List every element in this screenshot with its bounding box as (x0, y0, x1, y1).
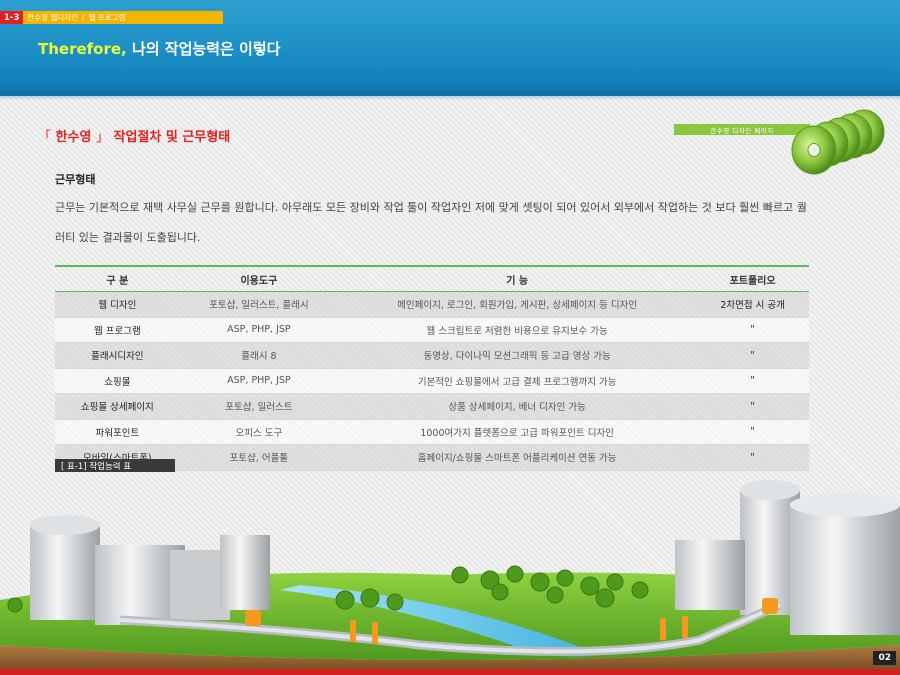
bottom-accent-line (0, 669, 900, 675)
cell-category: 쇼핑몰 상세페이지 (55, 393, 180, 420)
page-number: 02 (873, 651, 896, 665)
cell-portfolio: 2차면접 시 공개 (696, 291, 809, 318)
cell-function: 상품 상세페이지, 베너 디자인 가능 (338, 393, 697, 420)
ability-table: 구 분 이용도구 기 능 포트폴리오 웹 디자인 포토샵, 일러스트, 플래시 … (55, 265, 809, 471)
table-row: 웹 디자인 포토샵, 일러스트, 플래시 메인페이지, 로그인, 회원가입, 게… (55, 291, 809, 318)
col-header-tools: 이용도구 (179, 265, 339, 292)
cell-function: 메인페이지, 로그인, 회원가입, 게시판, 상세페이지 등 디자인 (338, 291, 697, 318)
cell-function: 동영상, 다이나믹 모션그래픽 등 고급 영상 가능 (338, 342, 697, 369)
cell-category: 쇼핑몰 (55, 368, 180, 394)
section-number: 1-3 (0, 11, 24, 24)
cd-stack-icon (791, 109, 885, 175)
page-title-text: 나의 작업능력은 이렇다 (126, 40, 281, 58)
cell-category: 플래시디자인 (55, 342, 180, 369)
page-title: Therefore, 나의 작업능력은 이렇다 (38, 38, 280, 59)
cell-portfolio: " (696, 317, 809, 343)
header-shadow (0, 90, 900, 100)
cell-portfolio: " (696, 368, 809, 394)
section-title: 「 한수영 」 작업절차 및 근무형태 (38, 126, 230, 145)
cell-portfolio: " (696, 342, 809, 369)
cell-function: 홈페이지/쇼핑몰 스마트폰 어플리케이션 연동 가능 (338, 444, 697, 471)
cell-portfolio: " (696, 393, 809, 420)
cell-tools: ASP, PHP, JSP (179, 317, 339, 343)
section-open-quote: 「 (38, 130, 52, 145)
table-row: 쇼핑몰 상세페이지 포토샵, 일러스트 상품 상세페이지, 베너 디자인 가능 … (55, 393, 809, 420)
cell-tools: 오피스 도구 (179, 419, 339, 445)
work-type-body: 근무는 기본적으로 재택 사무실 근무를 원합니다. 아무래도 모든 장비와 작… (55, 201, 807, 244)
col-header-portfolio: 포트폴리오 (696, 265, 809, 292)
breadcrumb-separator: / (82, 13, 85, 22)
page-title-lead: Therefore, (38, 40, 127, 58)
cell-category: 웹 디자인 (55, 291, 180, 318)
table-row: 파워포인트 오피스 도구 1000여가지 플렛폼으로 고급 파워포인트 디자인 … (55, 419, 809, 445)
breadcrumb-item-webdesign: 한수영 웹디자인 (27, 13, 79, 22)
work-type-heading: 근무형태 (55, 173, 96, 186)
section-close-quote: 」 (95, 130, 109, 145)
cell-portfolio: " (696, 444, 809, 471)
col-header-function: 기 능 (338, 265, 697, 292)
table-row: 웹 프로그램 ASP, PHP, JSP 웹 스크립트로 저렴한 비용으로 유지… (55, 317, 809, 343)
section-title-text: 작업절차 및 근무형태 (108, 130, 231, 145)
section-name: 한수영 (51, 130, 96, 145)
table-header-row: 구 분 이용도구 기 능 포트폴리오 (55, 265, 809, 292)
cell-tools: ASP, PHP, JSP (179, 368, 339, 394)
cell-tools: 포토샵, 일러스트 (179, 393, 339, 420)
cell-tools: 포토샵, 어플툴 (179, 444, 339, 471)
cell-function: 1000여가지 플렛폼으로 고급 파워포인트 디자인 (338, 419, 697, 445)
breadcrumb: 1-3 한수영 웹디자인 / 웹 프로그램 (0, 11, 223, 24)
cell-portfolio: " (696, 419, 809, 445)
col-header-category: 구 분 (55, 265, 180, 292)
breadcrumb-item-webprogram: 웹 프로그램 (88, 13, 126, 22)
cell-tools: 플래시 8 (179, 342, 339, 369)
table-row: 쇼핑몰 ASP, PHP, JSP 기본적인 쇼핑몰에서 고급 결제 프로그램까… (55, 368, 809, 394)
cell-category: 파워포인트 (55, 419, 180, 445)
table-row: 플래시디자인 플래시 8 동영상, 다이나믹 모션그래픽 등 고급 영상 가능 … (55, 342, 809, 369)
power-plant-illustration (0, 480, 900, 675)
cell-function: 기본적인 쇼핑몰에서 고급 결제 프로그램까지 가능 (338, 368, 697, 394)
cell-tools: 포토샵, 일러스트, 플래시 (179, 291, 339, 318)
cell-function: 웹 스크립트로 저렴한 비용으로 유지보수 가능 (338, 317, 697, 343)
cell-category: 웹 프로그램 (55, 317, 180, 343)
